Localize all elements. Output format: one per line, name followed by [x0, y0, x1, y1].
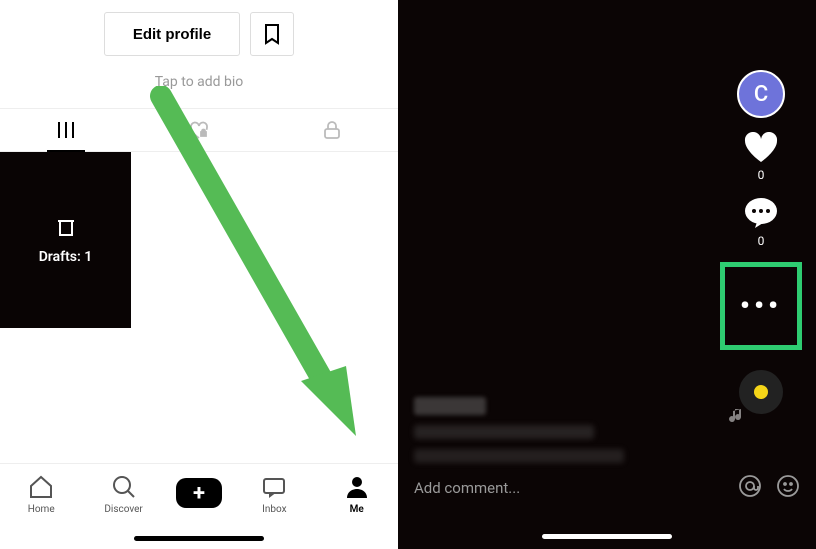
drafts-label: Drafts: 1: [39, 249, 93, 265]
nav-inbox[interactable]: Inbox: [244, 474, 304, 515]
comment-bar: Add comment...: [398, 469, 816, 507]
home-icon: [28, 474, 54, 500]
grid-icon: [57, 121, 75, 139]
tab-liked[interactable]: [133, 109, 266, 151]
nav-discover-label: Discover: [104, 504, 143, 515]
username-blurred: [414, 397, 486, 415]
mention-button[interactable]: [738, 474, 762, 502]
nav-home-label: Home: [28, 504, 55, 515]
heart-lock-icon: [188, 120, 210, 140]
video-info: [414, 397, 624, 463]
comment-icon: [743, 196, 779, 230]
comment-count: 0: [758, 234, 765, 248]
lock-icon: [323, 120, 341, 140]
tab-private[interactable]: [265, 109, 398, 151]
music-note-icon: [728, 407, 746, 429]
like-count: 0: [758, 168, 765, 182]
bookmark-button[interactable]: [250, 12, 294, 56]
profile-actions-row: Edit profile: [0, 0, 398, 64]
sound-disc-center: [754, 385, 768, 399]
nav-me-label: Me: [350, 504, 364, 515]
comment-button[interactable]: 0: [743, 196, 779, 248]
share-button[interactable]: •••: [740, 292, 782, 320]
search-icon: [111, 474, 137, 500]
video-screen: C 0 0 ••• Add comment...: [398, 0, 816, 549]
video-side-actions: C 0 0 •••: [720, 70, 802, 414]
sound-line-blurred: [414, 449, 624, 463]
heart-icon: [743, 132, 779, 164]
nav-home[interactable]: Home: [11, 474, 71, 515]
creator-avatar[interactable]: C: [737, 70, 785, 118]
like-button[interactable]: 0: [743, 132, 779, 182]
nav-me[interactable]: Me: [327, 474, 387, 515]
emoji-icon: [776, 474, 800, 498]
at-icon: [738, 474, 762, 498]
caption-line-blurred: [414, 425, 594, 439]
nav-discover[interactable]: Discover: [94, 474, 154, 515]
share-highlight-box: •••: [720, 262, 802, 350]
create-button[interactable]: +: [176, 478, 222, 508]
add-bio-prompt[interactable]: Tap to add bio: [0, 64, 398, 108]
bookmark-icon: [262, 23, 282, 45]
home-indicator: [134, 536, 264, 541]
tab-posts[interactable]: [0, 109, 133, 151]
plus-icon: +: [193, 481, 205, 506]
person-icon: [344, 474, 370, 500]
more-icon: •••: [740, 292, 782, 320]
posts-grid: Drafts: 1: [0, 152, 398, 463]
drafts-icon: [54, 215, 78, 239]
drafts-tile[interactable]: Drafts: 1: [0, 152, 131, 328]
emoji-button[interactable]: [776, 474, 800, 502]
profile-tabs: [0, 108, 398, 152]
nav-inbox-label: Inbox: [262, 504, 286, 515]
home-indicator: [542, 534, 672, 539]
inbox-icon: [261, 474, 287, 500]
comment-input[interactable]: Add comment...: [414, 479, 724, 497]
profile-screen: Edit profile Tap to add bio Drafts: 1 Ho…: [0, 0, 398, 549]
edit-profile-button[interactable]: Edit profile: [104, 12, 240, 56]
